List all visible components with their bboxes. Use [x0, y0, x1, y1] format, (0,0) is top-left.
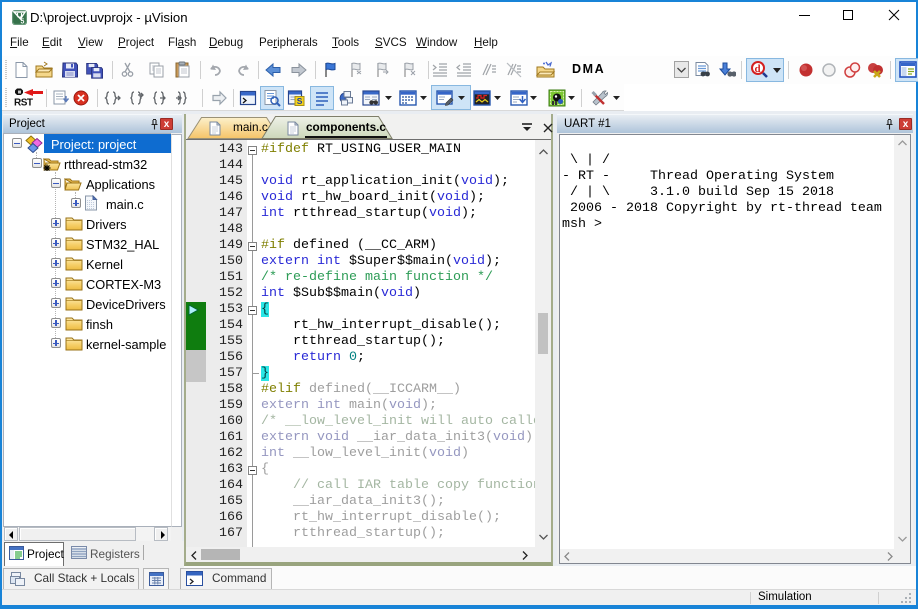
svg-text:d: d [755, 63, 761, 75]
svg-text:S: S [297, 96, 303, 106]
svg-text:RST: RST [14, 98, 33, 109]
svg-text:5: 5 [21, 19, 25, 26]
